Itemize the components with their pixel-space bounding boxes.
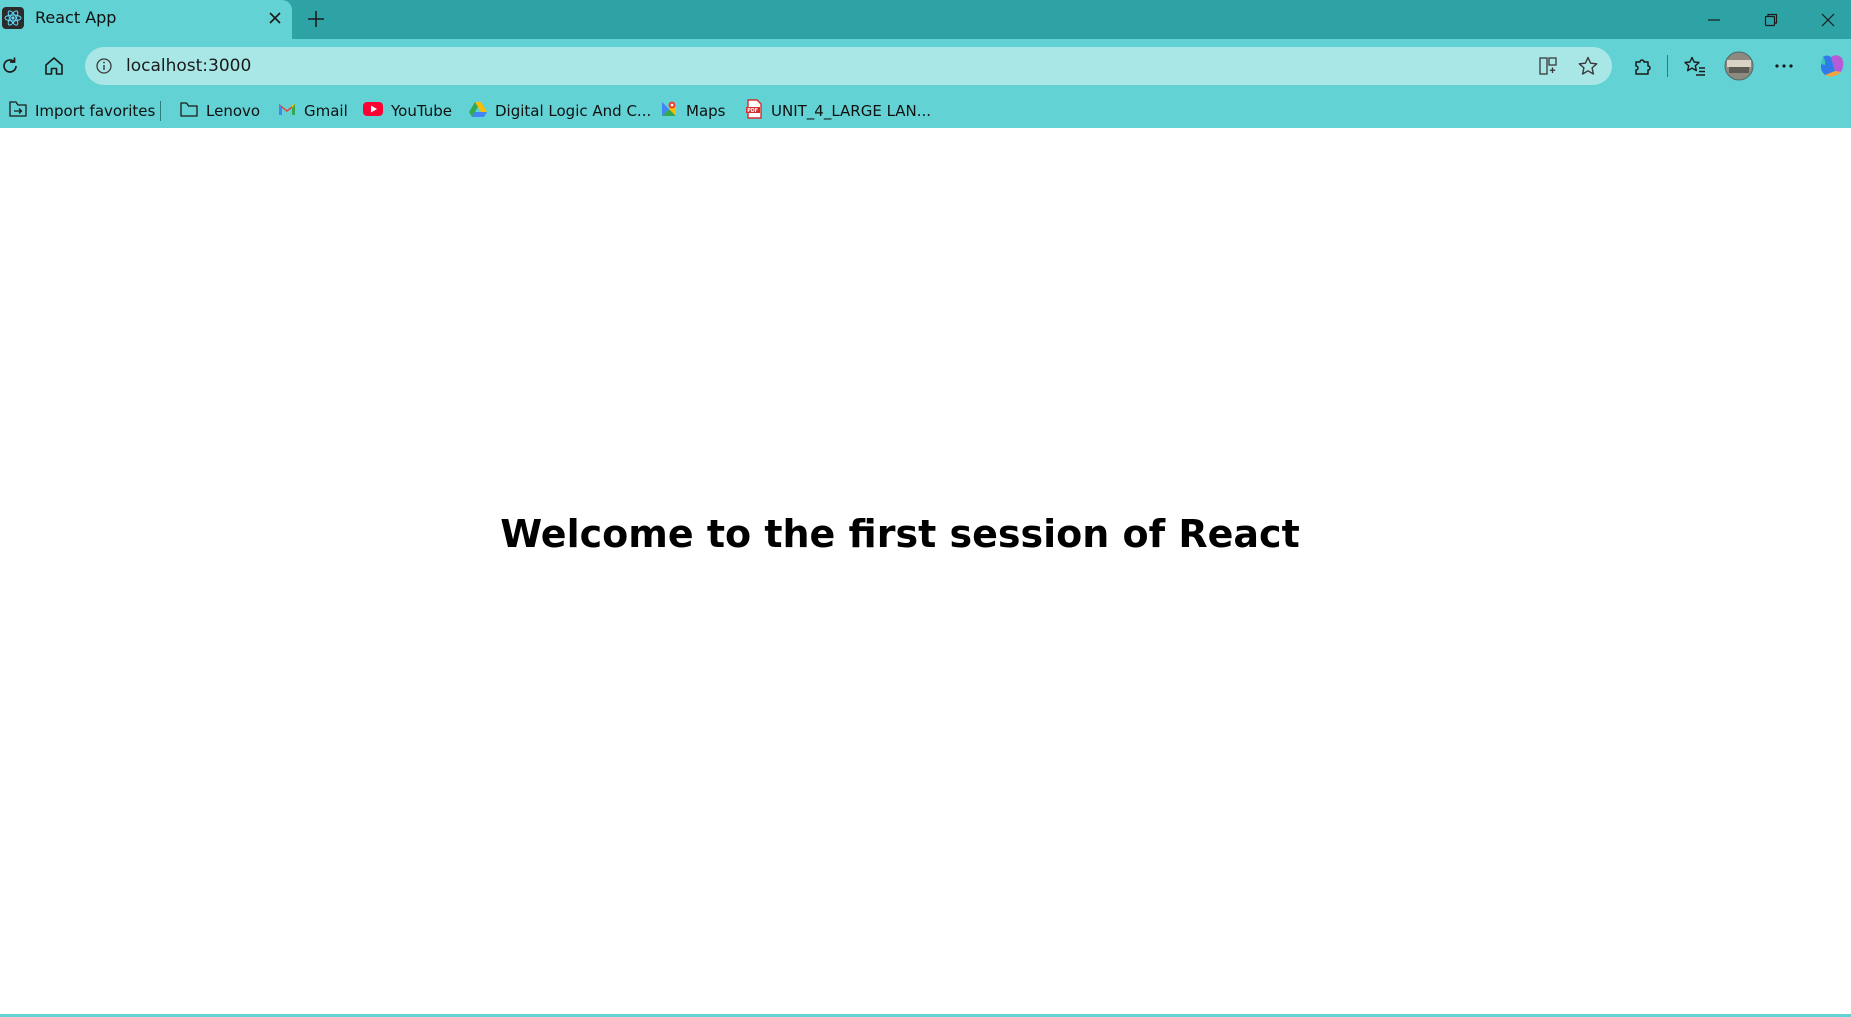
- react-icon: [2, 7, 24, 29]
- split-screen-icon[interactable]: [1538, 56, 1558, 76]
- maps-icon: [659, 99, 679, 123]
- restore-icon[interactable]: [1743, 0, 1799, 39]
- bookmark-label: Maps: [686, 101, 726, 120]
- more-options-icon[interactable]: [1768, 50, 1800, 82]
- bookmark-gmail[interactable]: Gmail: [277, 97, 348, 124]
- page-heading: Welcome to the first session of React: [500, 512, 1300, 556]
- site-info-icon[interactable]: [95, 57, 113, 75]
- bookmark-label: Gmail: [304, 101, 348, 120]
- pdf-icon: PDF: [744, 98, 764, 123]
- copilot-icon[interactable]: [1814, 48, 1850, 84]
- favorite-star-icon[interactable]: [1577, 55, 1599, 77]
- import-favorites-icon: [8, 100, 28, 122]
- google-drive-icon: [468, 100, 488, 122]
- window-close-icon[interactable]: [1800, 0, 1851, 39]
- home-icon[interactable]: [38, 50, 70, 82]
- bookmark-label: Lenovo: [206, 101, 261, 120]
- bookmark-label: Import favorites: [35, 101, 156, 120]
- toolbar-divider: [1667, 55, 1668, 77]
- tab-strip: React App: [0, 0, 1851, 39]
- tab-react-app[interactable]: React App: [0, 0, 292, 39]
- favorites-list-icon[interactable]: [1679, 50, 1711, 82]
- address-bar[interactable]: localhost:3000: [85, 47, 1612, 85]
- youtube-icon: [362, 101, 384, 121]
- bookmarks-bar: Import favorites Lenovo Gmail YouTube Di…: [0, 93, 1851, 128]
- bookmark-label: Digital Logic And C...: [495, 101, 652, 120]
- profile-avatar[interactable]: [1722, 49, 1756, 83]
- page-viewport: Welcome to the first session of React: [0, 128, 1851, 1014]
- bookmark-lenovo[interactable]: Lenovo: [179, 97, 260, 124]
- bookmarks-divider: [160, 101, 161, 121]
- bookmark-label: UNIT_4_LARGE LAN...: [771, 101, 932, 120]
- bookmark-unit4-pdf[interactable]: PDF UNIT_4_LARGE LAN...: [744, 97, 931, 124]
- tab-title: React App: [35, 8, 117, 27]
- gmail-icon: [277, 101, 297, 121]
- extensions-puzzle-icon[interactable]: [1627, 50, 1659, 82]
- bookmark-import-favorites[interactable]: Import favorites: [8, 97, 155, 124]
- tab-close-icon[interactable]: [264, 7, 286, 29]
- new-tab-plus-icon[interactable]: [302, 5, 330, 33]
- url-text: localhost:3000: [126, 56, 252, 76]
- bookmark-youtube[interactable]: YouTube: [362, 97, 452, 124]
- bookmark-digital-logic[interactable]: Digital Logic And C...: [468, 97, 651, 124]
- minimize-icon[interactable]: [1686, 0, 1742, 39]
- toolbar: localhost:3000: [0, 39, 1851, 93]
- bookmark-maps[interactable]: Maps: [659, 97, 725, 124]
- browser-window: React App localhost:3000 Import favorite…: [0, 0, 1851, 1017]
- refresh-icon[interactable]: [0, 50, 26, 82]
- bookmark-label: YouTube: [391, 101, 452, 120]
- svg-text:PDF: PDF: [747, 107, 758, 113]
- folder-icon: [179, 100, 199, 122]
